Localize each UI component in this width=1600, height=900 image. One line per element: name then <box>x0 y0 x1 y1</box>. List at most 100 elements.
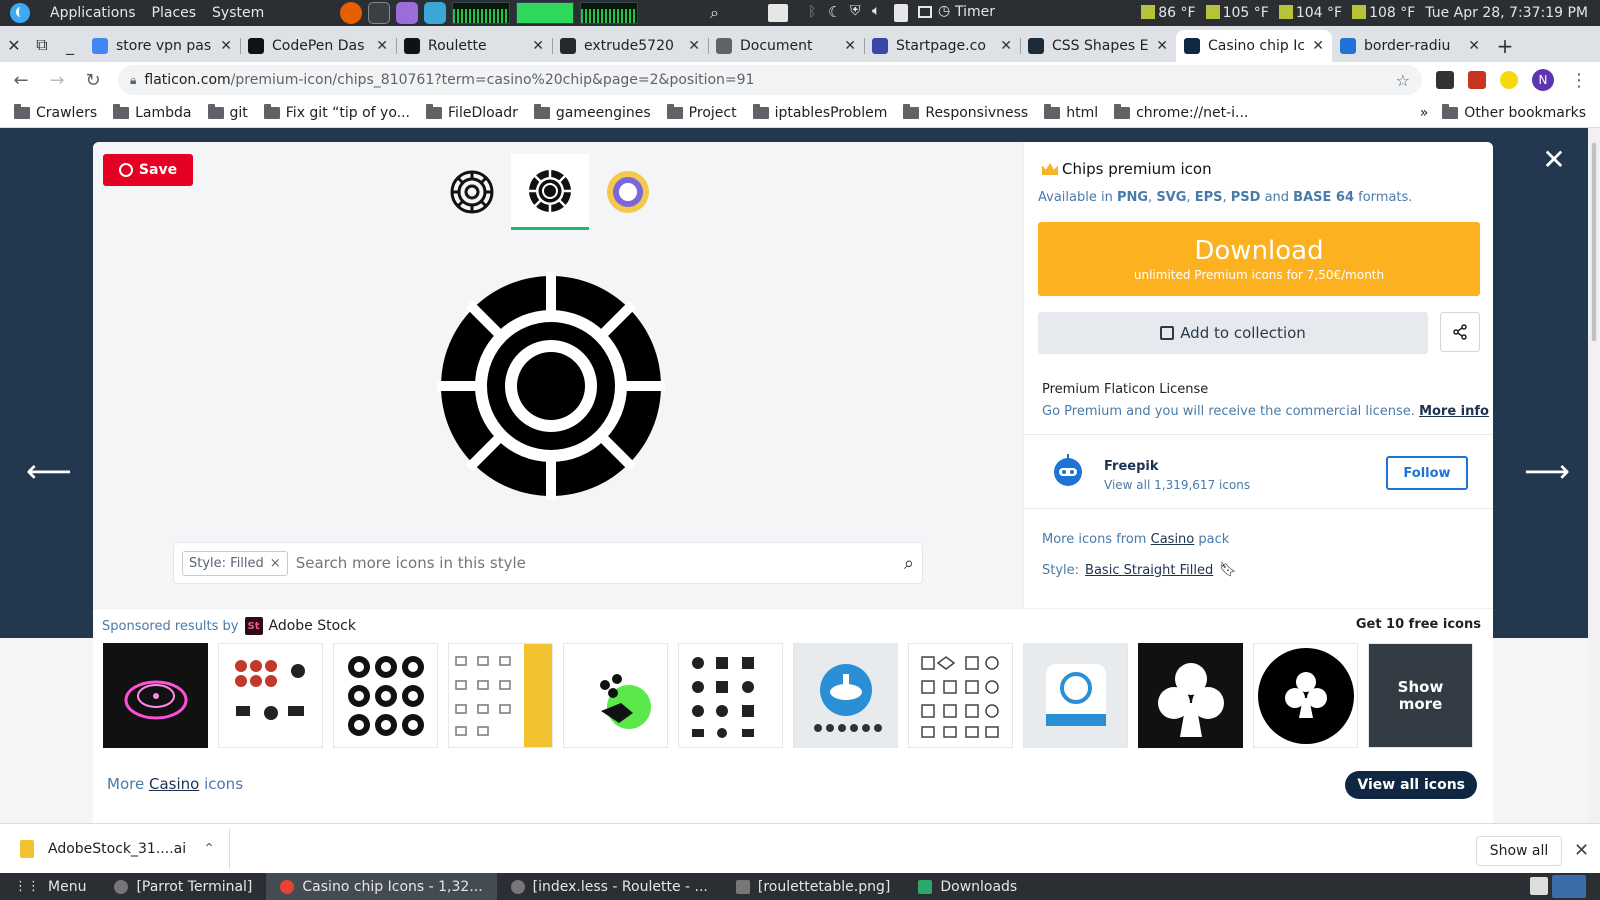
browser-tab[interactable]: Roulette ✕ <box>396 30 552 62</box>
clipboard-icon[interactable] <box>894 4 908 22</box>
taskbar-terminal[interactable]: [Parrot Terminal] <box>100 873 266 900</box>
variant-outline[interactable] <box>433 154 511 230</box>
browser-tab[interactable]: extrude5720 ✕ <box>552 30 708 62</box>
address-bar[interactable]: 🔒︎ flaticon.com/premium-icon/chips_81076… <box>118 65 1422 95</box>
next-arrow-icon[interactable]: ⟶ <box>1524 452 1570 490</box>
timer-label[interactable]: Timer <box>955 4 995 20</box>
bookmark-item[interactable]: Fix git “tip of yo... <box>263 103 410 121</box>
pack-link[interactable]: Casino <box>1151 532 1195 547</box>
search-icon[interactable]: ⌕ <box>904 553 914 574</box>
download-item[interactable]: AdobeStock_31....ai ⌃ <box>0 828 230 869</box>
style-search-input[interactable] <box>295 554 896 572</box>
sponsored-thumb-casino-icons[interactable] <box>678 643 783 748</box>
parrot-logo-icon[interactable] <box>10 3 30 23</box>
bookmark-item[interactable]: Project <box>666 103 737 121</box>
taskbar-chrome[interactable]: Casino chip Icons - 1,32... <box>266 873 497 900</box>
bookmark-other[interactable]: Other bookmarks <box>1442 103 1586 121</box>
show-more-button[interactable]: Show more <box>1368 643 1473 748</box>
freepik-avatar-icon[interactable] <box>1050 452 1086 488</box>
taskbar-editor[interactable]: [index.less - Roulette - ... <box>497 873 722 900</box>
bookmark-item[interactable]: chrome://net-i... <box>1114 103 1248 121</box>
bookmark-item[interactable]: gameengines <box>533 103 651 121</box>
share-button[interactable] <box>1440 312 1480 352</box>
taskbar-downloads[interactable]: Downloads <box>904 873 1031 900</box>
browser-tab[interactable]: CSS Shapes E ✕ <box>1020 30 1176 62</box>
browser-tab[interactable]: Casino chip Ic ✕ <box>1176 30 1332 62</box>
reload-icon[interactable]: ↻ <box>82 70 104 91</box>
bookmark-item[interactable]: html <box>1044 103 1098 121</box>
bookmark-item[interactable]: Lambda <box>113 103 192 121</box>
tab-close-icon[interactable]: ✕ <box>1000 38 1012 54</box>
firefox-icon[interactable] <box>340 2 362 24</box>
cast-extension-icon[interactable] <box>1436 71 1454 89</box>
tab-close-icon[interactable]: ✕ <box>1312 38 1324 54</box>
search-icon[interactable]: ⌕ <box>710 3 719 23</box>
variant-filled[interactable] <box>511 154 589 230</box>
author-icon-count[interactable]: View all 1,319,617 icons <box>1104 478 1250 492</box>
browser-tab[interactable]: CodePen Das ✕ <box>240 30 396 62</box>
page-scrollbar[interactable] <box>1588 128 1600 823</box>
menu-places[interactable]: Places <box>152 5 197 21</box>
browser-tab[interactable]: store vpn pas ✕ <box>84 30 240 62</box>
profile-avatar[interactable]: N <box>1532 69 1554 91</box>
sponsored-thumb-hand-chips[interactable] <box>563 643 668 748</box>
display-icon[interactable] <box>918 6 932 18</box>
modal-close-icon[interactable]: ✕ <box>1540 146 1568 174</box>
free-icons-link[interactable]: Get 10 free icons <box>1356 617 1481 632</box>
vpn-shield-icon[interactable]: ⛨ <box>850 3 861 19</box>
back-arrow-icon[interactable]: ← <box>10 70 32 91</box>
forward-arrow-icon[interactable]: → <box>46 70 68 91</box>
bookmark-item[interactable]: Crawlers <box>14 103 97 121</box>
tab-close-icon[interactable]: ✕ <box>220 38 232 54</box>
show-all-downloads-button[interactable]: Show all <box>1476 836 1562 866</box>
window-close-icon[interactable]: ✕ <box>0 28 28 62</box>
clock[interactable]: Tue Apr 28, 7:37:19 PM <box>1425 5 1588 21</box>
follow-button[interactable]: Follow <box>1386 456 1468 490</box>
new-tab-button[interactable]: + <box>1488 30 1522 62</box>
tab-close-icon[interactable]: ✕ <box>688 38 700 54</box>
browser-tab[interactable]: border-radiu ✕ <box>1332 30 1488 62</box>
chevron-up-icon[interactable]: ⌃ <box>203 841 215 857</box>
tab-close-icon[interactable]: ✕ <box>1468 38 1480 54</box>
sponsored-thumb-casino-app[interactable] <box>1023 643 1128 748</box>
more-info-link[interactable]: More info <box>1419 404 1489 419</box>
bookmark-item[interactable]: iptablesProblem <box>752 103 887 121</box>
app-launcher-icon[interactable] <box>396 2 418 24</box>
taskbar-menu[interactable]: ⋮⋮ Menu <box>0 873 100 900</box>
sponsored-thumb-line-icons[interactable] <box>448 643 553 748</box>
menu-applications[interactable]: Applications <box>50 5 136 21</box>
volume-icon[interactable]: 🔈︎ <box>872 3 880 19</box>
pinterest-save-button[interactable]: Save <box>103 154 193 186</box>
variant-color[interactable] <box>589 154 667 230</box>
bluetooth-icon[interactable]: ᛒ <box>808 4 816 20</box>
add-to-collection-button[interactable]: Add to collection <box>1038 312 1428 354</box>
sponsored-thumb-club-square[interactable] <box>1138 643 1243 748</box>
chrome-tray-icon[interactable] <box>1552 875 1586 898</box>
previous-arrow-icon[interactable]: ⟵ <box>26 452 72 490</box>
bookmark-icon[interactable]: 🔖︎ <box>1219 562 1237 578</box>
red-extension-icon[interactable] <box>1468 71 1486 89</box>
screenshot-icon[interactable] <box>768 4 788 22</box>
sponsored-thumb-neon-roulette[interactable] <box>103 643 208 748</box>
tab-close-icon[interactable]: ✕ <box>844 38 856 54</box>
window-minimize-icon[interactable]: _ <box>56 28 84 62</box>
shelf-close-icon[interactable]: ✕ <box>1574 840 1589 861</box>
sponsored-brand[interactable]: Adobe Stock <box>269 618 356 634</box>
tab-close-icon[interactable]: ✕ <box>532 38 544 54</box>
night-mode-icon[interactable]: ☾ <box>828 3 841 21</box>
sponsored-thumb-club-circle[interactable] <box>1253 643 1358 748</box>
bookmark-item[interactable]: FileDloadr <box>426 103 518 121</box>
bookmark-star-icon[interactable]: ☆ <box>1396 71 1410 90</box>
bookmark-item[interactable]: Responsivness <box>903 103 1028 121</box>
window-restore-icon[interactable]: ⧉ <box>28 28 56 62</box>
view-all-icons-button[interactable]: View all icons <box>1345 771 1477 799</box>
tab-close-icon[interactable]: ✕ <box>1156 38 1168 54</box>
browser-menu-icon[interactable]: ⋮ <box>1568 70 1590 91</box>
bookmarks-overflow-icon[interactable]: » <box>1420 105 1429 121</box>
taskbar-image-viewer[interactable]: [roulettetable.png] <box>722 873 904 900</box>
chip-remove-icon[interactable]: × <box>270 556 281 571</box>
style-filter-chip[interactable]: Style: Filled × <box>182 550 288 576</box>
style-link[interactable]: Basic Straight Filled <box>1085 563 1213 578</box>
sponsored-thumb-roulette-blue[interactable] <box>793 643 898 748</box>
notes-icon[interactable] <box>424 2 446 24</box>
